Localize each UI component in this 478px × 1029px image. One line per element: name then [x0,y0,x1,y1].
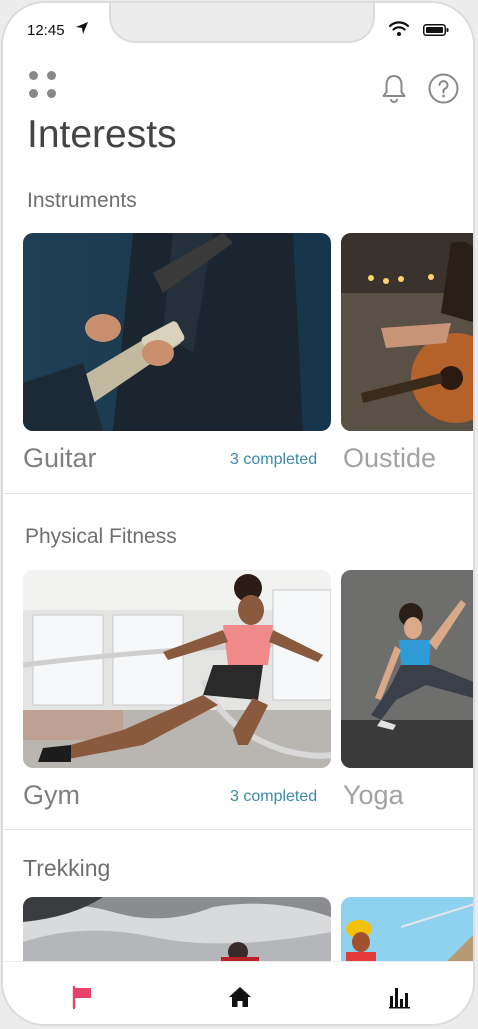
outside-card-image[interactable] [341,233,473,431]
flag-icon[interactable] [69,984,95,1010]
bell-icon[interactable] [379,73,409,103]
section-divider [3,829,473,830]
gym-completed-count: 3 completed [230,788,318,805]
status-time: 12:45 [27,22,65,39]
guitar-completed-count: 3 completed [230,451,318,468]
guitar-card-image[interactable] [23,233,331,431]
phone-frame: 12:45 Interests Instruments Guitar 3 com… [1,1,475,1026]
card-label-outside[interactable]: Oustide [343,443,436,474]
card-label-yoga[interactable]: Yoga [343,780,404,811]
gym-card-image[interactable] [23,570,331,768]
bottom-tab-bar [3,961,473,1024]
section-title-trekking: Trekking [23,855,111,881]
page-title: Interests [27,113,177,156]
section-title-instruments: Instruments [27,189,137,212]
section-title-physical-fitness: Physical Fitness [25,525,177,548]
menu-grid-icon[interactable] [29,71,59,101]
location-arrow-icon [76,22,88,34]
device-notch [109,3,375,43]
home-icon[interactable] [227,984,253,1010]
bar-chart-icon[interactable] [387,984,413,1010]
card-label-gym[interactable]: Gym [23,780,80,811]
help-icon[interactable] [428,73,459,104]
wifi-icon [389,21,409,36]
battery-icon [423,24,449,36]
yoga-card-image[interactable] [341,570,473,768]
section-divider [3,493,473,494]
card-label-guitar[interactable]: Guitar [23,443,97,474]
